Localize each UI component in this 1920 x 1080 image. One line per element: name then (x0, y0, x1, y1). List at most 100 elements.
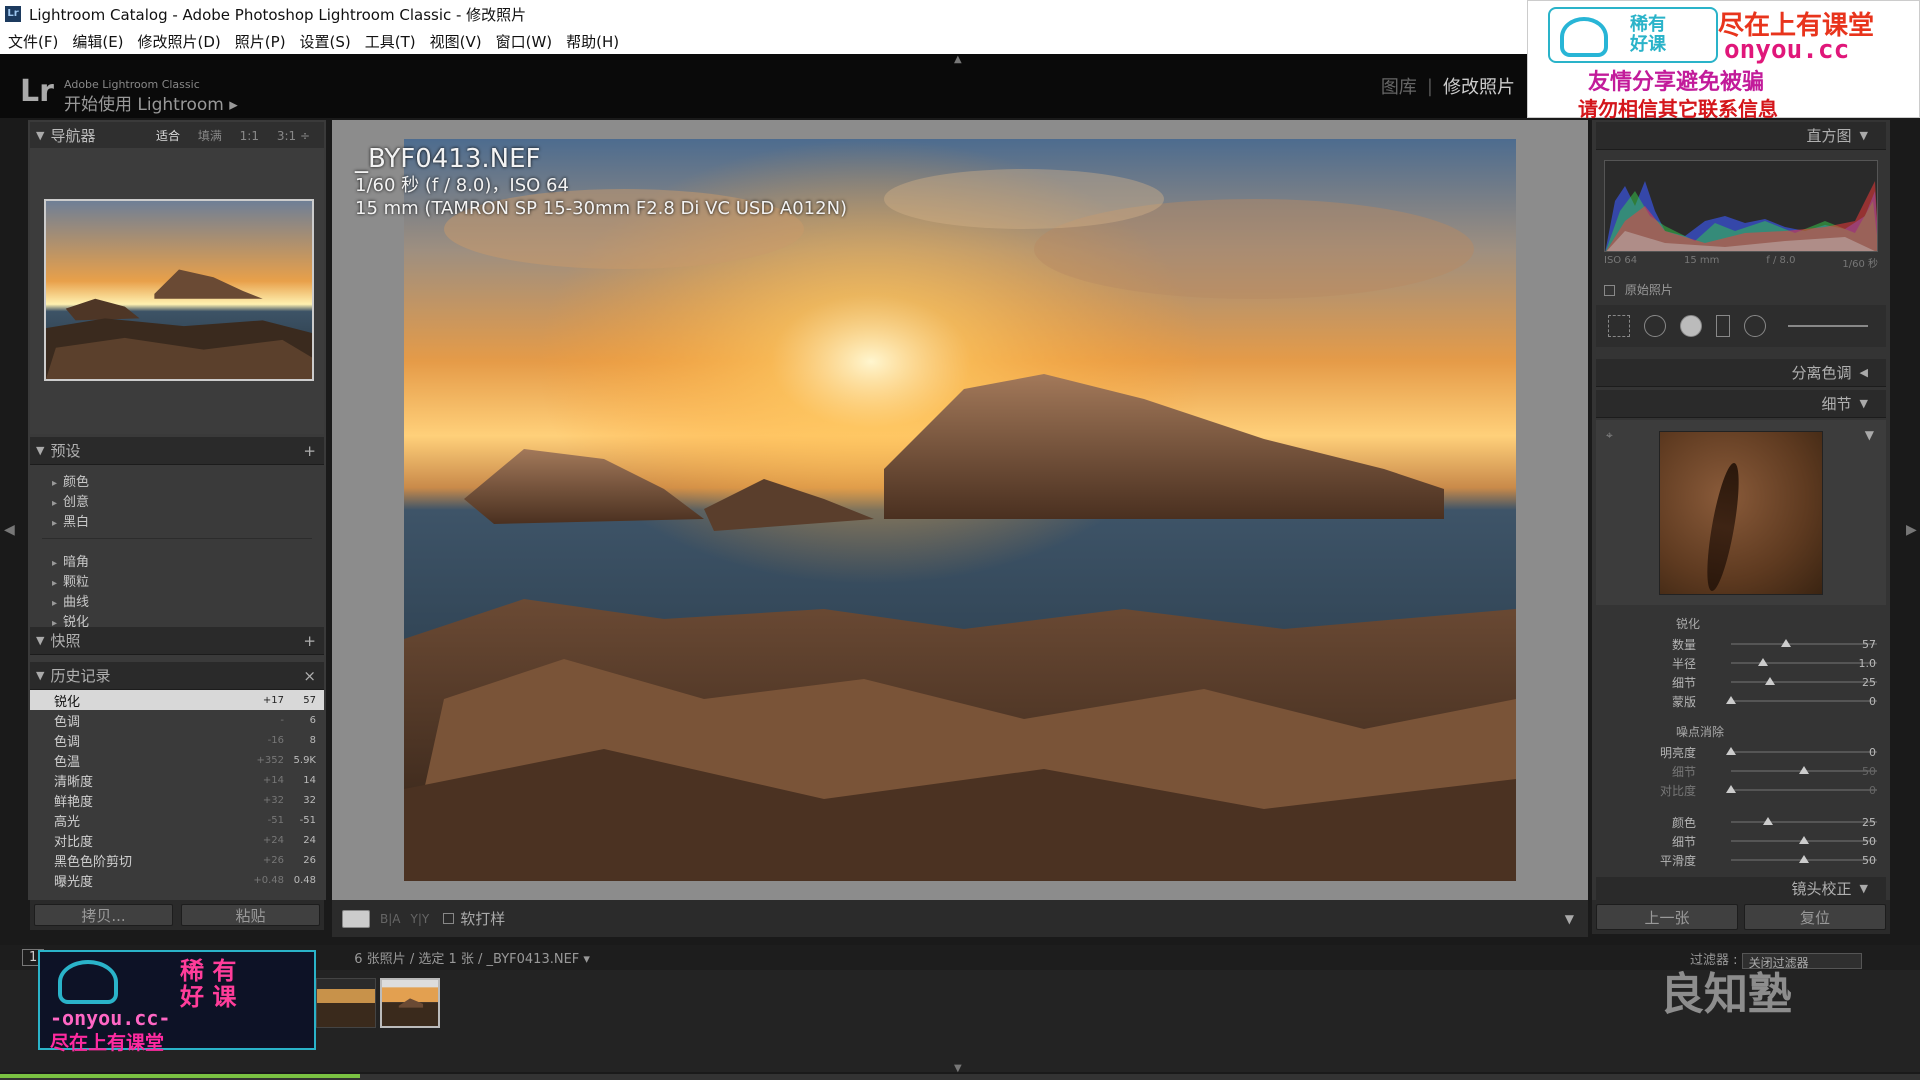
right-panel-toggle-icon[interactable]: ▶ (1906, 522, 1917, 538)
lens-correction-header[interactable]: 镜头校正 ▼ (1596, 877, 1886, 901)
history-step[interactable]: 鲜艳度 +32 32 (30, 790, 324, 810)
menu-photo[interactable]: 照片(P) (235, 31, 286, 52)
slider-row[interactable]: 细节 25 (1596, 673, 1886, 691)
slider-value[interactable]: 0 (1869, 746, 1876, 759)
slider-knob[interactable] (1758, 658, 1769, 666)
slider-value[interactable]: 0 (1869, 784, 1876, 797)
slider-knob[interactable] (1799, 855, 1809, 863)
snapshots-header[interactable]: ▼ 快照 + (30, 627, 324, 655)
slider-knob[interactable] (1726, 696, 1736, 704)
top-panel-toggle-icon[interactable]: ▲ (954, 54, 962, 65)
soft-proof-checkbox[interactable] (443, 913, 455, 924)
slider-row[interactable]: 蒙版 0 (1596, 692, 1886, 710)
slider-row[interactable]: 颜色 25 (1596, 813, 1886, 831)
history-step[interactable]: 高光 -51 -51 (30, 810, 324, 830)
target-icon[interactable]: ⌖ (1606, 428, 1613, 443)
left-panel-toggle-icon[interactable]: ◀ (4, 522, 15, 538)
module-develop[interactable]: 修改照片 (1443, 73, 1515, 99)
history-step[interactable]: 清晰度 +14 14 (30, 770, 324, 790)
before-after-icon[interactable]: B|A (380, 912, 400, 926)
history-step[interactable]: 黑色色阶剪切 +26 26 (30, 850, 324, 870)
slider-knob[interactable] (1762, 817, 1773, 825)
slider-row[interactable]: 对比度 0 (1596, 781, 1886, 799)
histogram[interactable] (1604, 160, 1878, 252)
clear-history-icon[interactable]: × (303, 667, 316, 685)
zoom-fit[interactable]: 适合 (156, 129, 180, 143)
preset-folder[interactable]: 颗粒 (52, 571, 89, 590)
navigator-header[interactable]: ▼ 导航器 适合 填满 1:1 3:1 ÷ (30, 122, 324, 148)
main-photo[interactable] (404, 139, 1516, 881)
split-toning-header[interactable]: 分离色调 ◀ (1596, 359, 1886, 387)
slider-track[interactable] (1731, 681, 1877, 683)
menu-settings[interactable]: 设置(S) (300, 31, 351, 52)
slider-value[interactable]: 25 (1862, 816, 1876, 829)
preset-folder[interactable]: 黑白 (52, 511, 89, 530)
slider-track[interactable] (1731, 751, 1877, 753)
slider-track[interactable] (1731, 662, 1877, 664)
slider-value[interactable]: 25 (1862, 676, 1876, 689)
before-after-split-icon[interactable]: Y|Y (410, 912, 429, 926)
history-step[interactable]: 对比度 +24 24 (30, 830, 324, 850)
preset-folder[interactable]: 颜色 (52, 471, 89, 490)
histogram-header[interactable]: 直方图 ▼ (1596, 122, 1886, 150)
zoom-1-1[interactable]: 1:1 (240, 129, 259, 143)
slider-row[interactable]: 细节 50 (1596, 832, 1886, 850)
crop-icon[interactable] (1608, 315, 1630, 337)
add-snapshot-icon[interactable]: + (303, 632, 316, 650)
menu-edit[interactable]: 编辑(E) (72, 31, 123, 52)
menu-view[interactable]: 视图(V) (430, 31, 482, 52)
navigator-preview[interactable] (44, 199, 314, 381)
menu-tools[interactable]: 工具(T) (365, 31, 416, 52)
slider-track[interactable] (1731, 789, 1877, 791)
paste-settings-button[interactable]: 粘贴 (181, 904, 320, 926)
slider-value[interactable]: 50 (1862, 835, 1876, 848)
zoom-fill[interactable]: 填满 (198, 129, 222, 143)
slider-value[interactable]: 0 (1869, 695, 1876, 708)
slider-knob[interactable] (1799, 766, 1809, 774)
radial-filter-icon[interactable] (1744, 315, 1766, 337)
preview-toggle-icon[interactable]: ▼ (1865, 428, 1874, 442)
add-preset-icon[interactable]: + (303, 442, 316, 460)
slider-knob[interactable] (1726, 747, 1736, 755)
slider-row[interactable]: 半径 1.0 (1596, 654, 1886, 672)
slider-value[interactable]: 1.0 (1859, 657, 1877, 670)
original-photo-toggle[interactable]: 原始照片 (1604, 281, 1673, 298)
slider-value[interactable]: 50 (1862, 765, 1876, 778)
preset-folder[interactable]: 创意 (52, 491, 89, 510)
detail-header[interactable]: 细节 ▼ (1596, 390, 1886, 418)
get-started-link[interactable]: 开始使用 Lightroom ▸ (64, 90, 238, 115)
filmstrip-source[interactable]: 6 张照片 / 选定 1 张 / _BYF0413.NEF ▾ (354, 948, 590, 967)
toolbar-menu-icon[interactable]: ▼ (1565, 912, 1574, 926)
history-step[interactable]: 曝光度 +0.48 0.48 (30, 870, 324, 890)
copy-settings-button[interactable]: 拷贝... (34, 904, 173, 926)
preset-folder[interactable]: 曲线 (52, 591, 89, 610)
slider-knob[interactable] (1726, 785, 1736, 793)
menu-file[interactable]: 文件(F) (8, 31, 58, 52)
slider-knob[interactable] (1765, 677, 1776, 685)
slider-row[interactable]: 细节 50 (1596, 762, 1886, 780)
history-header[interactable]: ▼ 历史记录 × (30, 662, 324, 690)
menu-help[interactable]: 帮助(H) (566, 31, 619, 52)
graduated-filter-icon[interactable] (1716, 315, 1730, 337)
previous-button[interactable]: 上一张 (1596, 904, 1738, 930)
bottom-panel-toggle-icon[interactable]: ▼ (954, 1063, 962, 1074)
history-step[interactable]: 色调 - 6 (30, 710, 324, 730)
reset-button[interactable]: 复位 (1744, 904, 1886, 930)
original-photo-checkbox[interactable] (1604, 285, 1615, 296)
slider-row[interactable]: 平滑度 50 (1596, 851, 1886, 869)
module-library[interactable]: 图库 (1381, 73, 1417, 99)
history-step[interactable]: 色调 -16 8 (30, 730, 324, 750)
adjustment-brush-slider[interactable] (1788, 325, 1868, 327)
slider-row[interactable]: 明亮度 0 (1596, 743, 1886, 761)
slider-value[interactable]: 57 (1862, 638, 1876, 651)
slider-track[interactable] (1731, 700, 1877, 702)
presets-header[interactable]: ▼ 预设 + (30, 437, 324, 465)
filmstrip-thumbnail-selected[interactable] (380, 978, 440, 1028)
zoom-3-1[interactable]: 3:1 ÷ (277, 129, 310, 143)
history-step[interactable]: 色温 +352 5.9K (30, 750, 324, 770)
slider-value[interactable]: 50 (1862, 854, 1876, 867)
spot-removal-icon[interactable] (1644, 315, 1666, 337)
red-eye-icon[interactable] (1680, 315, 1702, 337)
detail-zoom-preview[interactable] (1659, 431, 1823, 595)
history-step[interactable]: 锐化 +17 57 (30, 690, 324, 710)
